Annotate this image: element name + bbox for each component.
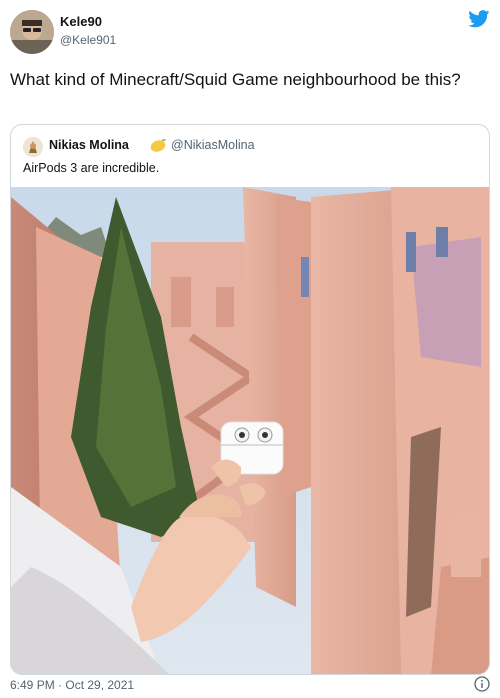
tweet-text: What kind of Minecraft/Squid Game neighb…	[10, 70, 461, 89]
tweet-timestamp[interactable]: 6:49 PM · Oct 29, 2021	[10, 678, 134, 692]
author-avatar[interactable]	[10, 10, 54, 54]
tweet-photo[interactable]	[11, 187, 490, 675]
info-icon[interactable]	[474, 676, 490, 692]
quoted-author-name[interactable]: Nikias Molina	[49, 138, 129, 152]
author-block: Kele90 @Kele901	[60, 14, 116, 48]
quoted-avatar[interactable]	[23, 137, 43, 157]
author-name[interactable]: Kele90	[60, 14, 116, 30]
quoted-author-handle[interactable]: @NikiasMolina	[171, 138, 255, 152]
lemon-emoji-icon	[150, 139, 166, 152]
tweet-card: Kele90 @Kele901 What kind of Minecraft/S…	[0, 0, 500, 698]
quoted-tweet-text: AirPods 3 are incredible.	[23, 161, 160, 175]
quoted-tweet[interactable]: Nikias Molina @NikiasMolina AirPods 3 ar…	[10, 124, 490, 675]
twitter-bird-icon[interactable]	[468, 10, 490, 28]
author-handle[interactable]: @Kele901	[60, 32, 116, 48]
